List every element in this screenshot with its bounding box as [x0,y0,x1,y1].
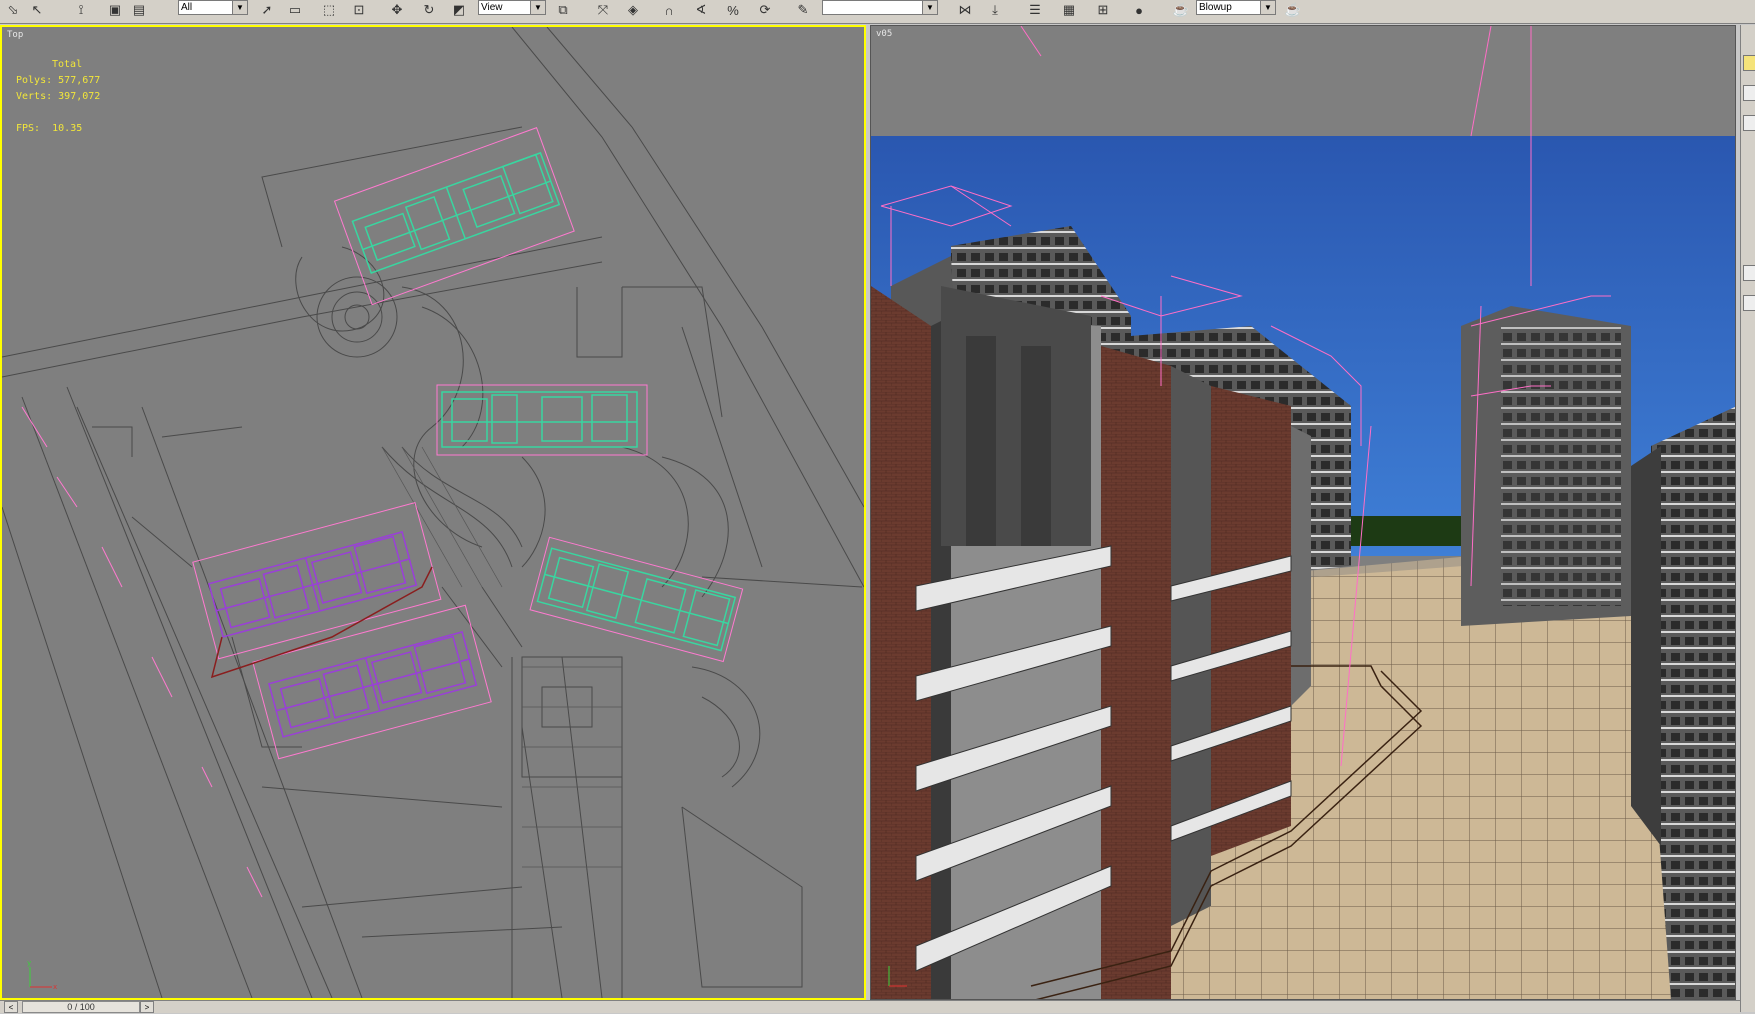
polys-count: 577,677 [58,75,101,86]
time-slider[interactable]: < 0 / 100 > [0,1000,1740,1013]
command-panel[interactable] [1740,25,1755,1012]
bind-spacewarp-icon[interactable]: ⟟ [70,0,92,20]
time-next-icon[interactable]: > [140,1001,154,1013]
schematic-view-icon[interactable]: ⊞ [1092,0,1114,20]
top-viewport[interactable]: y x Top Total Polys: 577,677 Verts: 397,… [0,25,866,1000]
viewport-label[interactable]: v05 [876,29,892,39]
select-manipulate-icon[interactable]: ⤧ [592,0,614,20]
align-icon[interactable]: ⤓ [984,0,1006,20]
render-icon[interactable]: ☕ [1282,0,1304,20]
curve-editor-icon[interactable]: ▦ [1058,0,1080,20]
percent-snap-icon[interactable]: % [722,0,744,20]
scale-icon[interactable]: ◩ [448,0,470,20]
chevron-down-icon: ▼ [232,1,247,14]
layer-manager-icon[interactable]: ☰ [1024,0,1046,20]
render-preset-value: Blowup [1199,2,1232,13]
chevron-down-icon: ▼ [922,1,937,14]
verts-count: 397,072 [58,91,101,102]
polys-label: Polys: [16,75,53,86]
reference-coord-dropdown[interactable]: View ▼ [478,0,546,15]
unlink-icon[interactable]: ↖ [26,0,48,20]
main-toolbar: ⬂ ↖ ⟟ ▣ ▤ All ▼ ➚ ▭ ⬚ ⊡ ✥ ↻ ◩ View ▼ ⧉ ⤧ ◈… [0,0,1755,24]
render-preset-dropdown[interactable]: Blowup ▼ [1196,0,1276,15]
chevron-down-icon: ▼ [1260,1,1275,14]
chevron-down-icon: ▼ [530,1,545,14]
fps-value: 10.35 [52,123,83,134]
selection-filter-value: All [181,2,193,13]
spinner-snap-icon[interactable]: ⟳ [754,0,776,20]
rect-region-icon[interactable]: ▭ [284,0,306,20]
render-setup-icon[interactable]: ☕ [1170,0,1192,20]
site-plan-wireframe: y x [2,27,864,998]
svg-text:x: x [53,983,57,991]
pivot-icon[interactable]: ⧉ [552,0,574,20]
selected-building-purple [208,531,478,738]
panel-tab-icon[interactable] [1743,265,1755,281]
panel-tab-icon[interactable] [1743,115,1755,131]
edit-named-sel-icon[interactable]: ✎ [792,0,814,20]
camera-viewport[interactable]: v05 [870,25,1736,1000]
reference-coord-value: View [481,2,503,13]
window-crossing-icon[interactable]: ⬚ [318,0,340,20]
rotate-icon[interactable]: ↻ [418,0,440,20]
move-icon[interactable]: ✥ [386,0,408,20]
axis-tripod-icon: y x [27,959,57,991]
fps-label: FPS: [16,123,41,134]
select-by-name-icon[interactable]: ▤ [128,0,150,20]
select-object-icon[interactable]: ➚ [256,0,278,20]
panel-tab-icon[interactable] [1743,85,1755,101]
statistics-overlay: Total Polys: 577,677 Verts: 397,072 FPS:… [16,57,100,137]
select-link-icon[interactable]: ⬂ [2,0,24,20]
material-editor-icon[interactable]: ● [1128,0,1150,20]
snap-icon[interactable]: ∩ [658,0,680,20]
stats-header: Total [52,59,83,70]
svg-text:y: y [27,959,31,967]
viewport-label[interactable]: Top [7,30,23,40]
mirror-icon[interactable]: ⋈ [954,0,976,20]
selected-building-green [351,151,737,652]
verts-label: Verts: [16,91,53,102]
panel-tab-icon[interactable] [1743,55,1755,71]
angle-snap-icon[interactable]: ∢ [690,0,712,20]
named-selection-dropdown[interactable]: ▼ [822,0,938,15]
window-crossing-2-icon[interactable]: ⊡ [348,0,370,20]
time-slider-thumb[interactable]: 0 / 100 [22,1001,140,1013]
selection-filter-dropdown[interactable]: All ▼ [178,0,248,15]
select-icon[interactable]: ▣ [104,0,126,20]
rendered-scene [871,26,1735,999]
time-prev-icon[interactable]: < [4,1001,18,1013]
keyboard-shortcut-icon[interactable]: ◈ [622,0,644,20]
panel-tab-icon[interactable] [1743,295,1755,311]
